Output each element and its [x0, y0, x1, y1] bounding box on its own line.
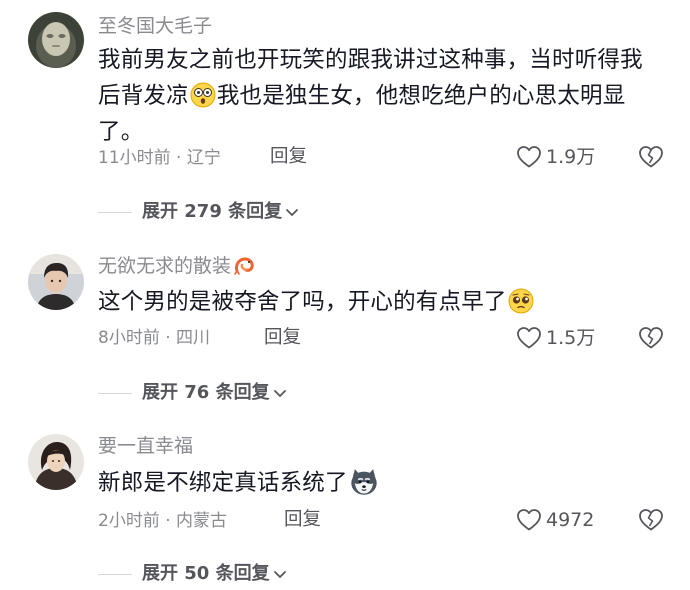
avatar[interactable]	[28, 254, 84, 310]
like-button[interactable]: 4972	[516, 508, 594, 532]
shrimp-emoji-icon	[234, 257, 254, 275]
shocked-face-emoji-icon	[190, 82, 216, 108]
avatar[interactable]	[28, 434, 84, 490]
expand-replies-label: 展开 76 条回复	[142, 382, 270, 403]
reply-button[interactable]: 回复	[270, 145, 307, 169]
username-text[interactable]: 无欲无求的散装	[98, 254, 231, 278]
like-count: 1.9万	[546, 146, 596, 168]
comment-time-location: 11小时前 · 辽宁	[98, 148, 221, 168]
username-text[interactable]: 至冬国大毛子	[98, 14, 212, 38]
comment-text: 我前男友之前也开玩笑的跟我讲过这种事，当时听得我后背发凉 我也是独生女，他想吃绝…	[98, 42, 658, 150]
husky-dog-emoji-icon	[351, 469, 377, 495]
expand-replies-label: 展开 50 条回复	[142, 563, 270, 584]
username[interactable]: 无欲无求的散装	[98, 254, 255, 278]
broken-heart-icon[interactable]	[638, 145, 664, 169]
username-text[interactable]: 要一直幸福	[98, 434, 193, 458]
comment-text-part-1: 新郎是不绑定真话系统了	[98, 470, 348, 496]
expand-replies-button[interactable]: 展开 50 条回复	[98, 562, 288, 586]
pleading-face-emoji-icon	[508, 288, 534, 314]
expand-replies-button[interactable]: 展开 279 条回复	[98, 200, 300, 224]
comment-time-location: 8小时前 · 四川	[98, 328, 211, 348]
like-count: 4972	[546, 509, 595, 531]
chevron-down-icon	[273, 390, 286, 397]
divider	[98, 573, 132, 575]
broken-heart-icon[interactable]	[638, 508, 664, 532]
expand-replies-button[interactable]: 展开 76 条回复	[98, 381, 288, 405]
heart-icon	[517, 146, 541, 168]
username[interactable]: 要一直幸福	[98, 434, 193, 458]
comment-text-part-1: 这个男的是被夺舍了吗，开心的有点早了	[98, 289, 507, 315]
like-button[interactable]: 1.9万	[516, 145, 595, 169]
reply-button[interactable]: 回复	[264, 326, 301, 350]
divider	[98, 211, 132, 213]
username[interactable]: 至冬国大毛子	[98, 14, 212, 38]
like-button[interactable]: 1.5万	[516, 326, 595, 350]
comment-item: 至冬国大毛子 我前男友之前也开玩笑的跟我讲过这种事，当时听得我后背发凉 我也是独…	[0, 0, 690, 240]
divider	[98, 392, 132, 394]
reply-button[interactable]: 回复	[284, 508, 321, 532]
chevron-down-icon	[286, 209, 299, 216]
comment-text: 新郎是不绑定真话系统了	[98, 465, 658, 501]
like-count: 1.5万	[546, 327, 596, 349]
comment-item: 无欲无求的散装 这个男的是被夺舍了吗，开心的有点早了 8小时前 · 四川 回复 …	[0, 240, 690, 420]
heart-icon	[517, 327, 541, 349]
comment-text: 这个男的是被夺舍了吗，开心的有点早了	[98, 284, 658, 320]
broken-heart-icon[interactable]	[638, 326, 664, 350]
chevron-down-icon	[273, 571, 286, 578]
avatar[interactable]	[28, 12, 84, 68]
comment-time-location: 2小时前 · 内蒙古	[98, 511, 228, 531]
expand-replies-label: 展开 279 条回复	[142, 201, 283, 222]
comment-item: 要一直幸福 新郎是不绑定真话系统了 2小时前 · 内蒙古 回复 4972 展开 …	[0, 420, 690, 590]
heart-icon	[517, 509, 541, 531]
